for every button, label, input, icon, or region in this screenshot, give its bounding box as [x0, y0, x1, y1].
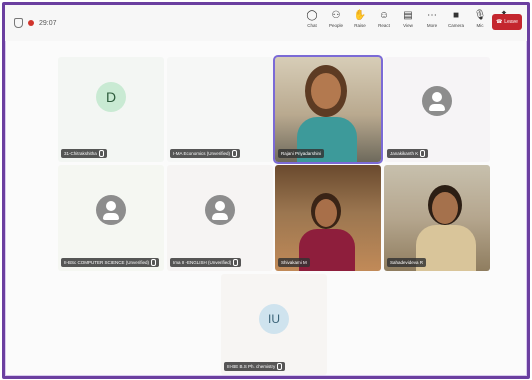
participant-name: III-BE B.S Ph. chemistry: [224, 362, 286, 371]
participant-video-tile[interactable]: Shivakami M: [275, 165, 381, 271]
participant-tile[interactable]: IU III-BE B.S Ph. chemistry: [221, 274, 327, 375]
participant-tile[interactable]: Ima II -ENGLISH (Unverified): [167, 165, 273, 271]
meeting-info: 29:07: [14, 18, 57, 28]
view-icon: ▤: [403, 10, 413, 21]
leave-button[interactable]: ☎ Leave: [492, 14, 522, 30]
mic-button[interactable]: 🎙 Mic: [470, 9, 490, 28]
participant-name: Ima II -ENGLISH (Unverified): [170, 258, 242, 267]
participant-name: 31-Chitrakshitha: [61, 149, 107, 158]
raise-hand-button[interactable]: ✋ Raise: [350, 9, 370, 28]
avatar: IU: [259, 304, 289, 335]
mic-muted-icon: [233, 259, 239, 266]
mic-muted-icon: [232, 150, 238, 157]
raise-hand-icon: ✋: [353, 10, 367, 21]
participant-tile[interactable]: II-BSc COMPUTER SCIENCE (Unverified): [58, 165, 164, 271]
more-button[interactable]: ⋯ More: [422, 9, 442, 28]
camera-button[interactable]: ■ Camera: [446, 9, 466, 28]
meeting-window: 29:07 ◯ Chat ⚇ People ✋ Raise ☺ React ▤ …: [2, 2, 530, 379]
avatar: [96, 194, 126, 225]
participant-name: Janakikanth K: [387, 149, 429, 158]
avatar: [205, 194, 235, 225]
participant-name: Sahadevideva R: [387, 258, 427, 267]
react-icon: ☺: [378, 10, 390, 21]
participant-tile[interactable]: D 31-Chitrakshitha: [58, 57, 164, 162]
mic-muted-icon: [277, 363, 283, 370]
participant-name: I-MA Economics (Unverified): [170, 149, 241, 158]
recording-icon: [28, 20, 34, 26]
participant-video-tile[interactable]: Sahadevideva R: [384, 165, 490, 271]
toolbar-tools: ◯ Chat ⚇ People ✋ Raise ☺ React ▤ View ⋯…: [302, 9, 514, 28]
participant-name: II-BSc COMPUTER SCIENCE (Unverified): [61, 258, 160, 267]
mic-muted-icon: [151, 259, 157, 266]
participant-tile[interactable]: I-MA Economics (Unverified): [167, 57, 273, 162]
avatar: D: [96, 81, 126, 112]
more-icon: ⋯: [427, 10, 437, 21]
shield-icon[interactable]: [14, 18, 23, 28]
mic-icon: 🎙: [473, 10, 487, 21]
meeting-toolbar: 29:07 ◯ Chat ⚇ People ✋ Raise ☺ React ▤ …: [5, 5, 527, 41]
react-button[interactable]: ☺ React: [374, 9, 394, 28]
participant-name: Rajani Priyadarshini: [278, 149, 325, 158]
chat-button[interactable]: ◯ Chat: [302, 9, 322, 28]
participant-video-tile[interactable]: Rajani Priyadarshini: [273, 55, 383, 164]
mic-muted-icon: [420, 150, 426, 157]
participant-tile[interactable]: Janakikanth K: [384, 57, 490, 162]
phone-icon: ☎: [496, 19, 503, 25]
chat-icon: ◯: [306, 10, 318, 21]
meeting-timer: 29:07: [39, 19, 57, 27]
participant-name: Shivakami M: [278, 258, 310, 267]
people-icon: ⚇: [331, 10, 341, 21]
mic-muted-icon: [98, 150, 104, 157]
camera-icon: ■: [452, 10, 460, 21]
avatar: [422, 86, 452, 117]
people-button[interactable]: ⚇ People: [326, 9, 346, 28]
view-button[interactable]: ▤ View: [398, 9, 418, 28]
